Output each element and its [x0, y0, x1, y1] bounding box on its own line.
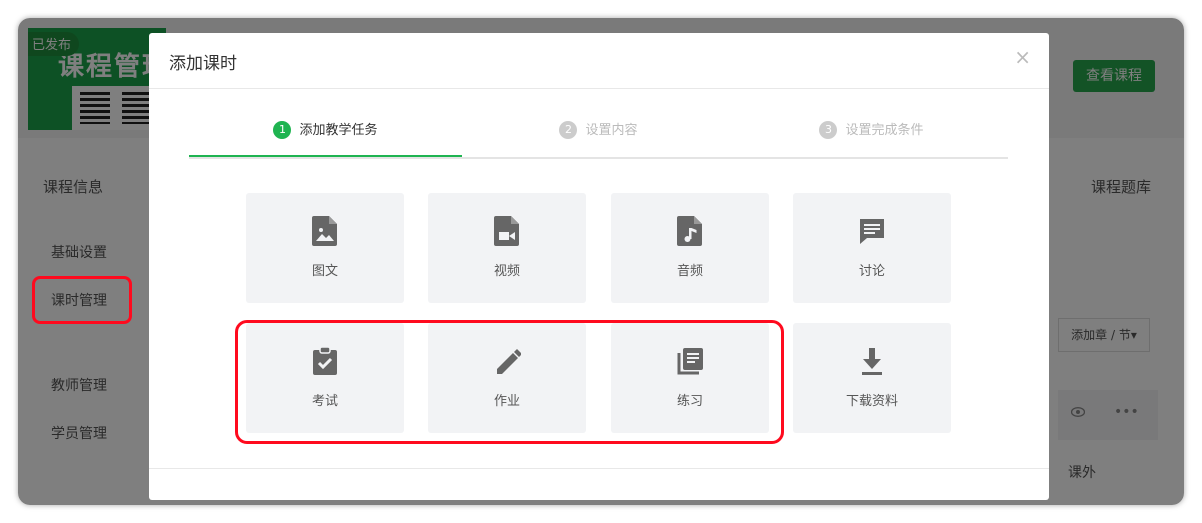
screenshot-frame: 课程管理 已发布 查看课程 课程信息 课程题库 基础设置 课时管理 教师管理 学…: [18, 18, 1184, 505]
close-icon[interactable]: ×: [1014, 45, 1031, 69]
tile-label: 下载资料: [845, 394, 898, 409]
dialog-title: 添加课时: [169, 54, 237, 74]
image-file-icon: [312, 216, 337, 246]
task-type-image-text[interactable]: 图文: [246, 193, 404, 303]
step-2: 2 设置内容: [462, 119, 735, 139]
step-1: 1 添加教学任务: [189, 119, 462, 139]
tile-label: 讨论: [858, 264, 885, 279]
step-1-number: 1: [273, 121, 292, 139]
step-3-label: 设置完成条件: [845, 123, 924, 138]
dialog-header: 添加课时 ×: [149, 33, 1049, 89]
task-type-download[interactable]: 下载资料: [793, 323, 951, 433]
audio-file-icon: [677, 216, 702, 246]
download-icon: [862, 348, 882, 375]
video-file-icon: [494, 216, 519, 246]
highlight-box-lesson-management: [32, 276, 132, 324]
task-type-video[interactable]: 视频: [428, 193, 586, 303]
step-3-number: 3: [819, 121, 838, 139]
tile-label: 视频: [493, 264, 520, 279]
task-type-discussion[interactable]: 讨论: [793, 193, 951, 303]
step-3: 3 设置完成条件: [735, 119, 1008, 139]
tile-label: 音频: [676, 264, 703, 279]
task-type-audio[interactable]: 音频: [611, 193, 769, 303]
dialog-footer-divider: [149, 468, 1049, 469]
tile-label: 图文: [311, 264, 338, 279]
step-indicator: 1 添加教学任务 2 设置内容 3 设置完成条件: [189, 111, 1008, 159]
discussion-icon: [860, 219, 884, 244]
step-1-label: 添加教学任务: [299, 123, 378, 138]
step-2-label: 设置内容: [585, 123, 638, 138]
highlight-box-assessment-tasks: [235, 320, 784, 444]
step-2-number: 2: [559, 121, 578, 139]
active-step-bar: [189, 155, 462, 157]
add-lesson-dialog: 添加课时 × 1 添加教学任务 2 设置内容 3 设置完成条件 图文 视频 音频…: [149, 33, 1049, 500]
